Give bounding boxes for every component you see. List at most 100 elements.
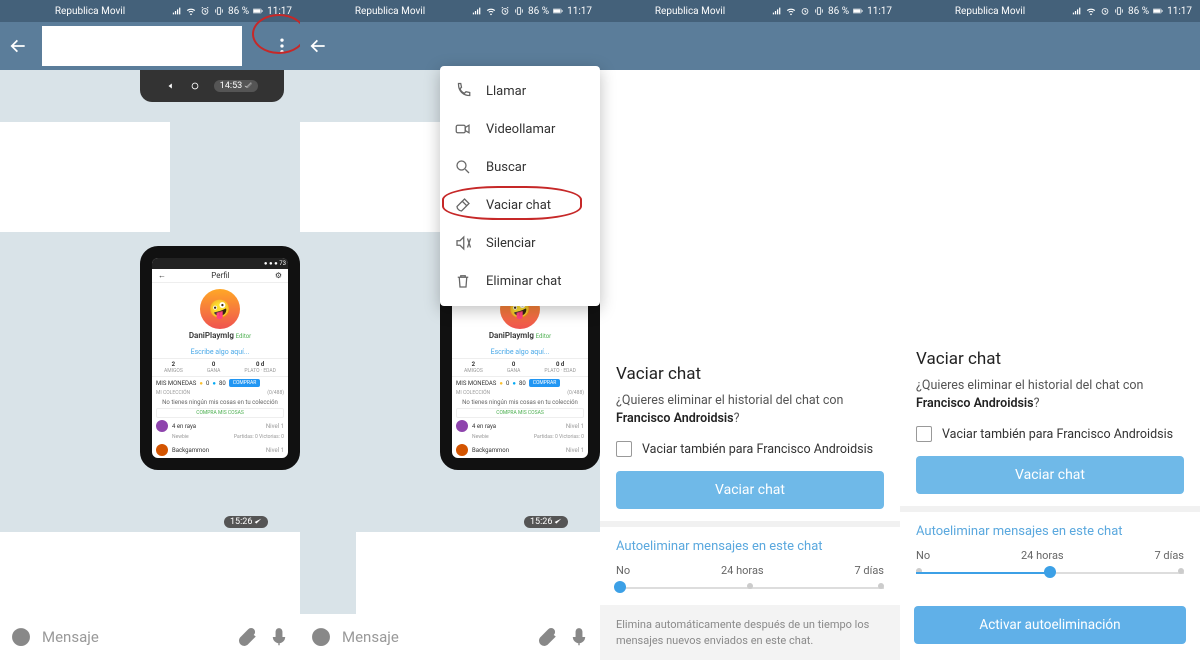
- also-clear-checkbox[interactable]: Vaciar también para Francisco Androidsis: [900, 412, 1200, 456]
- checkbox-icon[interactable]: [616, 441, 632, 457]
- write-prompt: Escribe algo aquí...: [152, 346, 288, 358]
- alarm-icon: [200, 6, 210, 16]
- embed-title: Perfil: [211, 271, 229, 280]
- search-icon: [454, 158, 472, 176]
- back-icon[interactable]: [8, 36, 28, 56]
- signal-icon: [772, 6, 782, 16]
- buy-button: COMPRAR: [229, 379, 261, 387]
- slider-labels: No24 horas7 días: [600, 558, 900, 577]
- clear-chat-button[interactable]: Vaciar chat: [616, 471, 884, 509]
- attach-icon[interactable]: [536, 626, 558, 648]
- alarm-icon: [1100, 6, 1110, 16]
- alarm-icon: [500, 6, 510, 16]
- app-bar: [600, 22, 900, 70]
- wifi-icon: [786, 6, 796, 16]
- time-pill-1: 14:53: [214, 80, 258, 92]
- dialog-title: Vaciar chat: [916, 349, 1184, 369]
- menu-mute[interactable]: Silenciar: [440, 224, 600, 262]
- embed-gear-icon: ⚙: [275, 271, 282, 280]
- nav-home-icon: [190, 81, 200, 91]
- battery-icon: [253, 6, 263, 16]
- signal-icon: [172, 6, 182, 16]
- emoji-icon[interactable]: [10, 626, 32, 648]
- activate-button[interactable]: Activar autoeliminación: [914, 606, 1186, 644]
- battery-icon: [1153, 6, 1163, 16]
- signal-icon: [1072, 6, 1082, 16]
- app-bar: Llamar Videollamar Buscar Vaciar chat Si…: [300, 22, 600, 70]
- dialog-area: Vaciar chat ¿Quieres eliminar el histori…: [600, 70, 900, 660]
- dialog-area: Vaciar chat ¿Quieres eliminar el histori…: [900, 70, 1200, 660]
- dialog-title: Vaciar chat: [616, 364, 884, 384]
- menu-search[interactable]: Buscar: [440, 148, 600, 186]
- annotation-circle-clear: [442, 186, 582, 220]
- nav-back-icon: [166, 81, 176, 91]
- status-bar: Republica Movil 86 % 11:17: [600, 0, 900, 22]
- app-bar: [900, 22, 1200, 70]
- emoji-icon[interactable]: [310, 626, 332, 648]
- back-icon[interactable]: [308, 36, 328, 56]
- screenshot-1: Republica Movil 86 % 11:17 14:53 ● ● ● 7…: [0, 0, 300, 660]
- annotation-circle-more: [252, 14, 306, 54]
- chat-background: 14:53 ● ● ● 73 ←Perfil⚙ 🤪 DaniPlaymlg Ed…: [0, 70, 300, 614]
- vibrate-icon: [214, 6, 224, 16]
- autodelete-slider[interactable]: [616, 577, 884, 599]
- time-pill-2: 15:26: [224, 516, 268, 528]
- redacted-box-2: [356, 532, 600, 614]
- message-input[interactable]: Mensaje: [42, 628, 226, 646]
- slider-thumb[interactable]: [1044, 566, 1056, 578]
- mic-icon[interactable]: [268, 626, 290, 648]
- vibrate-icon: [514, 6, 524, 16]
- message-input[interactable]: Mensaje: [342, 628, 526, 646]
- vibrate-icon: [1114, 6, 1124, 16]
- dialog-body: ¿Quieres eliminar el historial del chat …: [616, 392, 884, 427]
- trash-icon: [454, 272, 472, 290]
- avatar: 🤪: [200, 289, 240, 329]
- menu-video[interactable]: Videollamar: [440, 110, 600, 148]
- menu-call[interactable]: Llamar: [440, 72, 600, 110]
- autodelete-slider[interactable]: [916, 562, 1184, 584]
- status-bar: Republica Movil 86 % 11:17: [900, 0, 1200, 22]
- profile-name: DaniPlaymlg: [189, 331, 234, 340]
- wifi-icon: [486, 6, 496, 16]
- overflow-menu: Llamar Videollamar Buscar Vaciar chat Si…: [440, 66, 600, 306]
- clear-chat-button[interactable]: Vaciar chat: [916, 456, 1184, 494]
- also-clear-checkbox[interactable]: Vaciar también para Francisco Androidsis: [600, 427, 900, 471]
- redacted-box-2: [0, 532, 300, 614]
- video-icon: [454, 120, 472, 138]
- phone-icon: [454, 82, 472, 100]
- alarm-icon: [800, 6, 810, 16]
- vibrate-icon: [814, 6, 824, 16]
- mic-icon[interactable]: [568, 626, 590, 648]
- mute-icon: [454, 234, 472, 252]
- attach-icon[interactable]: [236, 626, 258, 648]
- autodelete-title: Autoeliminar mensajes en este chat: [900, 512, 1200, 543]
- carrier-label: Republica Movil: [8, 6, 172, 17]
- battery-icon: [553, 6, 563, 16]
- profile-role: Editor: [236, 333, 252, 340]
- checkbox-icon[interactable]: [916, 426, 932, 442]
- dialog-body: ¿Quieres eliminar el historial del chat …: [916, 377, 1184, 412]
- wifi-icon: [186, 6, 196, 16]
- embedded-nav-bar: 14:53: [140, 70, 284, 102]
- composer[interactable]: Mensaje: [0, 614, 300, 660]
- embedded-profile-card: ● ● ● 73 ←Perfil⚙ 🤪 DaniPlaymlg Editor E…: [140, 246, 300, 470]
- autodelete-title: Autoeliminar mensajes en este chat: [600, 527, 900, 558]
- slider-labels: No24 horas7 días: [900, 543, 1200, 562]
- composer[interactable]: Mensaje: [300, 614, 600, 660]
- screenshot-4: Republica Movil 86 % 11:17 Vaciar chat ¿…: [900, 0, 1200, 660]
- wifi-icon: [1086, 6, 1096, 16]
- embed-back-icon: ←: [158, 271, 166, 280]
- battery-icon: [853, 6, 863, 16]
- redacted-box-1: [0, 122, 170, 232]
- signal-icon: [472, 6, 482, 16]
- redacted-title: [42, 26, 242, 66]
- autodelete-footer: Elimina automáticamente después de un ti…: [600, 605, 900, 660]
- screenshot-3: Republica Movil 86 % 11:17 Vaciar chat ¿…: [600, 0, 900, 660]
- battery-label: 86 %: [228, 6, 249, 17]
- slider-thumb[interactable]: [614, 581, 626, 593]
- app-bar: [0, 22, 300, 70]
- menu-delete[interactable]: Eliminar chat: [440, 262, 600, 300]
- status-bar: Republica Movil 86 % 11:17: [300, 0, 600, 22]
- status-bar: Republica Movil 86 % 11:17: [0, 0, 300, 22]
- screenshot-2: Republica Movil 86 % 11:17 Llamar Videol…: [300, 0, 600, 660]
